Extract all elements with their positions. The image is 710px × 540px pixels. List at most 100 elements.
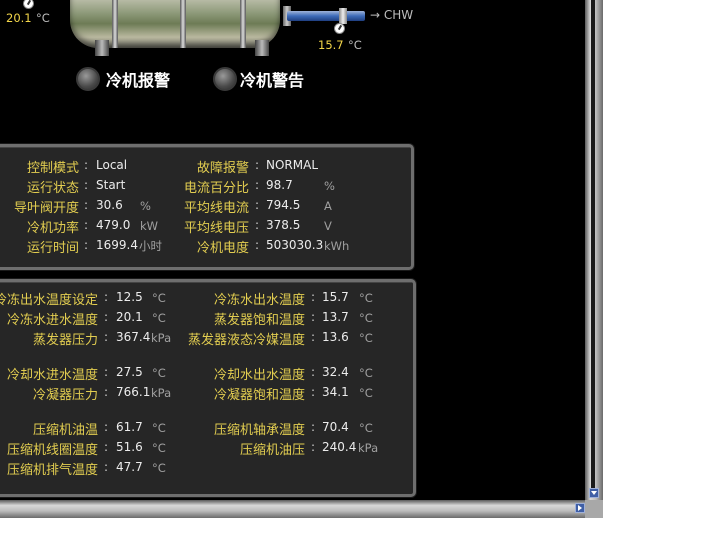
vane-opening-value: 30.6: [96, 198, 123, 212]
separator-colon: :: [104, 420, 109, 434]
temp-label: 压缩机线圈温度: [6, 443, 98, 458]
temp-label: 冷却水进水温度: [6, 368, 98, 383]
chiller-energy-value: 503030.3: [266, 238, 324, 252]
temp-label: 压缩机轴承温度: [213, 423, 305, 438]
temp-label: 蒸发器饱和温度: [213, 313, 305, 328]
chiller-rib: [180, 0, 186, 48]
separator-colon: :: [311, 420, 316, 434]
unit-label: 小时: [139, 239, 162, 253]
window-background-bottom: [0, 518, 603, 540]
valve-icon: [339, 8, 347, 24]
separator-colon: :: [104, 460, 109, 474]
evaporator-pressure-value: 367.4: [116, 330, 151, 344]
unit-label: °C: [152, 311, 166, 325]
unit-label: °C: [359, 311, 373, 325]
separator-colon: :: [311, 290, 316, 304]
status-label: 冷机电度: [196, 241, 249, 256]
separator-colon: :: [311, 310, 316, 324]
status-label: 冷机功率: [26, 221, 79, 236]
chiller-leg: [95, 40, 109, 56]
unit-label: °C: [152, 291, 166, 305]
cw-outlet-temp-value: 32.4: [322, 365, 349, 379]
status-label: 导叶阀开度: [13, 201, 79, 216]
unit-label: %: [324, 179, 335, 193]
separator-colon: :: [84, 238, 89, 252]
status-label: 运行状态: [26, 181, 79, 196]
chiller-rib: [240, 0, 246, 48]
unit-label: °C: [359, 366, 373, 380]
run-status-value: Start: [96, 178, 126, 192]
unit-label: kW: [140, 219, 159, 233]
status-label: 运行时间: [26, 241, 79, 256]
unit-label: °C: [152, 421, 166, 435]
control-mode-value: Local: [96, 158, 128, 172]
outlet-temp-unit: °C: [348, 38, 362, 52]
temp-label: 冷冻出水温度设定: [0, 293, 98, 308]
chiller-power-value: 479.0: [96, 218, 131, 232]
separator-colon: :: [311, 330, 316, 344]
unit-label: kPa: [358, 441, 379, 455]
temp-label: 压缩机油温: [32, 423, 98, 438]
unit-label: kPa: [151, 386, 172, 400]
window-frame-bottom: [0, 500, 603, 518]
unit-label: °C: [152, 461, 166, 475]
unit-label: °C: [359, 331, 373, 345]
temp-label: 压缩机排气温度: [6, 463, 98, 478]
unit-label: °C: [359, 421, 373, 435]
separator-colon: :: [255, 198, 260, 212]
separator-colon: :: [104, 440, 109, 454]
separator-colon: :: [84, 158, 89, 172]
separator-colon: :: [255, 218, 260, 232]
unit-label: kWh: [324, 239, 350, 253]
avg-line-current-value: 794.5: [266, 198, 301, 212]
chiller-alarm-label: 冷机报警: [106, 71, 171, 90]
temp-label: 冷冻水出水温度: [213, 293, 305, 308]
status-label: 电流百分比: [183, 181, 249, 196]
scroll-right-arrow-icon[interactable]: [575, 503, 585, 513]
fault-alarm-value: NORMAL: [266, 158, 319, 172]
current-percent-value: 98.7: [266, 178, 293, 192]
window-frame-groove: [591, 0, 595, 488]
oil-pressure-value: 240.4: [322, 440, 357, 454]
unit-label: V: [324, 219, 332, 233]
separator-colon: :: [255, 158, 260, 172]
separator-colon: :: [311, 385, 316, 399]
separator-colon: :: [104, 290, 109, 304]
evap-liquid-refrigerant-temp-value: 13.6: [322, 330, 349, 344]
separator-colon: :: [104, 330, 109, 344]
scroll-down-arrow-icon[interactable]: [589, 488, 599, 498]
chiller-warning-lamp: [213, 67, 237, 91]
separator-colon: :: [104, 310, 109, 324]
window-frame-corner: [585, 500, 603, 518]
chiller-rib: [112, 0, 118, 48]
temp-label: 蒸发器液态冷媒温度: [187, 333, 305, 348]
separator-colon: :: [255, 178, 260, 192]
chw-outlet-pipe: [287, 11, 365, 21]
coil-temp-value: 51.6: [116, 440, 143, 454]
separator-colon: :: [84, 218, 89, 232]
bearing-temp-value: 70.4: [322, 420, 349, 434]
unit-label: °C: [152, 441, 166, 455]
evap-saturation-temp-value: 13.7: [322, 310, 349, 324]
separator-colon: :: [84, 178, 89, 192]
chw-outlet-temp-value: 15.7: [322, 290, 349, 304]
chiller-warning-label: 冷机警告: [240, 71, 305, 90]
temp-label: 蒸发器压力: [32, 333, 98, 348]
thermometer-icon: [23, 0, 34, 9]
unit-label: %: [140, 199, 151, 213]
chiller-leg: [255, 40, 269, 56]
outlet-temp-value: 15.7: [318, 38, 344, 52]
separator-colon: :: [104, 365, 109, 379]
separator-colon: :: [255, 238, 260, 252]
temp-label: 冷却水出水温度: [213, 368, 305, 383]
unit-label: kPa: [151, 331, 172, 345]
status-label: 故障报警: [196, 161, 249, 176]
separator-colon: :: [104, 385, 109, 399]
inlet-temp-value: 20.1: [6, 11, 32, 25]
condenser-pressure-value: 766.1: [116, 385, 151, 399]
separator-colon: :: [84, 198, 89, 212]
unit-label: A: [324, 199, 332, 213]
run-time-value: 1699.4: [96, 238, 138, 252]
cw-inlet-temp-value: 27.5: [116, 365, 143, 379]
chw-inlet-temp-value: 20.1: [116, 310, 143, 324]
